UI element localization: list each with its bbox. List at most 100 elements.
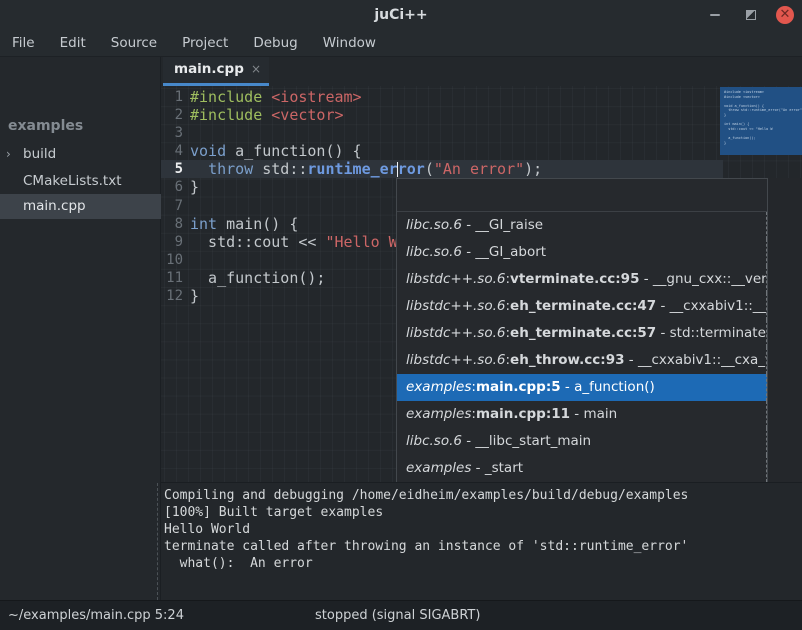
- code-segment: std::cout <<: [190, 233, 325, 251]
- line-number: 5: [161, 160, 183, 178]
- frame-function: - __libc_start_main: [462, 433, 591, 449]
- sidebar-item-main-cpp[interactable]: main.cpp: [0, 194, 161, 219]
- code-segment: int: [190, 215, 217, 233]
- code-segment: [190, 160, 208, 178]
- frame-function: - main: [570, 406, 617, 422]
- pane-splitter[interactable]: [157, 483, 158, 600]
- stack-frame-item[interactable]: libstdc++.so.6:vterminate.cc:95 - __gnu_…: [397, 266, 767, 293]
- tab-close-icon[interactable]: ×: [251, 62, 261, 76]
- code-segment: }: [190, 178, 199, 196]
- stack-trace-list: libc.so.6 - __GI_raiselibc.so.6 - __GI_a…: [397, 212, 767, 482]
- menu-item-source[interactable]: Source: [111, 35, 157, 51]
- frame-function: - __cxxabiv1::__cxa_thro: [625, 352, 768, 368]
- code-segment: std::: [253, 160, 307, 178]
- code-segment: a_function();: [190, 269, 325, 287]
- frame-function: - a_function(): [561, 379, 655, 395]
- tab-main-cpp[interactable]: main.cpp ×: [163, 57, 269, 86]
- sidebar-item-label: CMakeLists.txt: [23, 169, 122, 194]
- frame-file-line: vterminate.cc:95: [510, 271, 639, 287]
- app-window: juCi++ ✕ File Edit Source Project Debug Windo…: [0, 0, 802, 630]
- code-editor[interactable]: 1#include <iostream>2#include <vector>34…: [161, 86, 802, 483]
- stack-frame-item[interactable]: libc.so.6 - __GI_raise: [397, 212, 767, 239]
- frame-library: libc.so.6: [406, 244, 462, 260]
- terminal-output[interactable]: Compiling and debugging /home/eidheim/ex…: [161, 483, 802, 600]
- stack-frame-item[interactable]: examples - _start: [397, 455, 767, 482]
- code-text: throw std::runtime_error("An error");: [190, 160, 542, 178]
- popup-filter-box[interactable]: [397, 179, 767, 212]
- frame-library: examples: [406, 406, 471, 422]
- frame-function: - __cxxabiv1::__tern: [656, 298, 767, 314]
- frame-library: libstdc++.so.6: [406, 271, 505, 287]
- code-line: 4void a_function() {: [161, 142, 802, 160]
- frame-function: - __GI_abort: [462, 244, 546, 260]
- frame-file-line: main.cpp:5: [476, 379, 561, 395]
- frame-function: - std::terminate(): [656, 325, 767, 341]
- maximize-button[interactable]: [742, 6, 760, 24]
- stack-frame-item[interactable]: libc.so.6 - __GI_abort: [397, 239, 767, 266]
- sidebar-item-build[interactable]: ›build: [0, 142, 161, 167]
- frame-file-line: eh_terminate.cc:57: [510, 325, 656, 341]
- code-segment: throw: [208, 160, 253, 178]
- terminal-line: Hello World: [164, 521, 802, 538]
- restore-icon: [746, 10, 756, 20]
- code-preview-overlay: #include <iostream>#include <vector> voi…: [720, 87, 802, 155]
- code-segment: (: [425, 160, 434, 178]
- chevron-right-icon[interactable]: ›: [6, 142, 20, 167]
- frame-library: libc.so.6: [406, 217, 462, 233]
- close-button[interactable]: ✕: [776, 6, 794, 24]
- window-title: juCi++: [0, 0, 802, 30]
- titlebar[interactable]: juCi++ ✕: [0, 0, 802, 31]
- statusbar: ~/examples/main.cpp 5:24 stopped (signal…: [0, 600, 802, 630]
- frame-function: - __GI_raise: [462, 217, 543, 233]
- code-segment: <iostream>: [271, 88, 361, 106]
- terminal-line: terminate called after throwing an insta…: [164, 538, 802, 555]
- line-number: 1: [161, 88, 183, 106]
- frame-library: examples: [406, 460, 471, 476]
- code-text: std::cout << "Hello W: [190, 233, 398, 251]
- line-number: 6: [161, 178, 183, 196]
- code-segment: void: [190, 142, 226, 160]
- status-debug-state: stopped (signal SIGABRT): [315, 601, 480, 630]
- line-number: 11: [161, 269, 183, 287]
- frame-function: - __gnu_cxx::__verbos: [639, 271, 767, 287]
- sidebar-item-label: main.cpp: [23, 194, 86, 219]
- close-icon: ✕: [780, 8, 791, 21]
- frame-library: libstdc++.so.6: [406, 352, 505, 368]
- menu-item-project[interactable]: Project: [182, 35, 228, 51]
- terminal-line: what(): An error: [164, 555, 802, 572]
- code-segment: "Hello W: [325, 233, 397, 251]
- sidebar-item-label: build: [23, 142, 56, 167]
- frame-file-line: eh_terminate.cc:47: [510, 298, 656, 314]
- frame-library: libc.so.6: [406, 433, 462, 449]
- menu-item-window[interactable]: Window: [323, 35, 376, 51]
- line-number: 7: [161, 197, 183, 215]
- minimize-button[interactable]: [706, 6, 724, 24]
- terminal-line: [100%] Built target examples: [164, 504, 802, 521]
- stack-frame-item[interactable]: examples:main.cpp:11 - main: [397, 401, 767, 428]
- stack-frame-item[interactable]: examples:main.cpp:5 - a_function(): [397, 374, 767, 401]
- stack-trace-popup: libc.so.6 - __GI_raiselibc.so.6 - __GI_a…: [396, 178, 768, 482]
- tab-bar: main.cpp ×: [161, 57, 802, 86]
- sidebar-item-cmakelists-txt[interactable]: CMakeLists.txt: [0, 169, 161, 194]
- menu-item-edit[interactable]: Edit: [60, 35, 86, 51]
- stack-frame-item[interactable]: libstdc++.so.6:eh_terminate.cc:47 - __cx…: [397, 293, 767, 320]
- code-segment: "An error": [434, 160, 524, 178]
- terminal-line: Compiling and debugging /home/eidheim/ex…: [164, 487, 802, 504]
- code-text: }: [190, 178, 199, 196]
- stack-frame-item[interactable]: libc.so.6 - __libc_start_main: [397, 428, 767, 455]
- menubar: File Edit Source Project Debug Window: [0, 30, 802, 57]
- frame-library: libstdc++.so.6: [406, 325, 505, 341]
- frame-library: libstdc++.so.6: [406, 298, 505, 314]
- menu-item-debug[interactable]: Debug: [253, 35, 297, 51]
- stack-frame-item[interactable]: libstdc++.so.6:eh_terminate.cc:57 - std:…: [397, 320, 767, 347]
- minimize-icon: [710, 14, 720, 16]
- line-number: 10: [161, 251, 183, 269]
- line-number: 8: [161, 215, 183, 233]
- popup-backdrop: [767, 178, 802, 482]
- frame-file-line: eh_throw.cc:93: [510, 352, 624, 368]
- code-segment: }: [190, 287, 199, 305]
- code-text: #include <vector>: [190, 106, 344, 124]
- menu-item-file[interactable]: File: [12, 35, 35, 51]
- file-tree-panel: examples ›buildCMakeLists.txtmain.cpp: [0, 57, 161, 600]
- stack-frame-item[interactable]: libstdc++.so.6:eh_throw.cc:93 - __cxxabi…: [397, 347, 767, 374]
